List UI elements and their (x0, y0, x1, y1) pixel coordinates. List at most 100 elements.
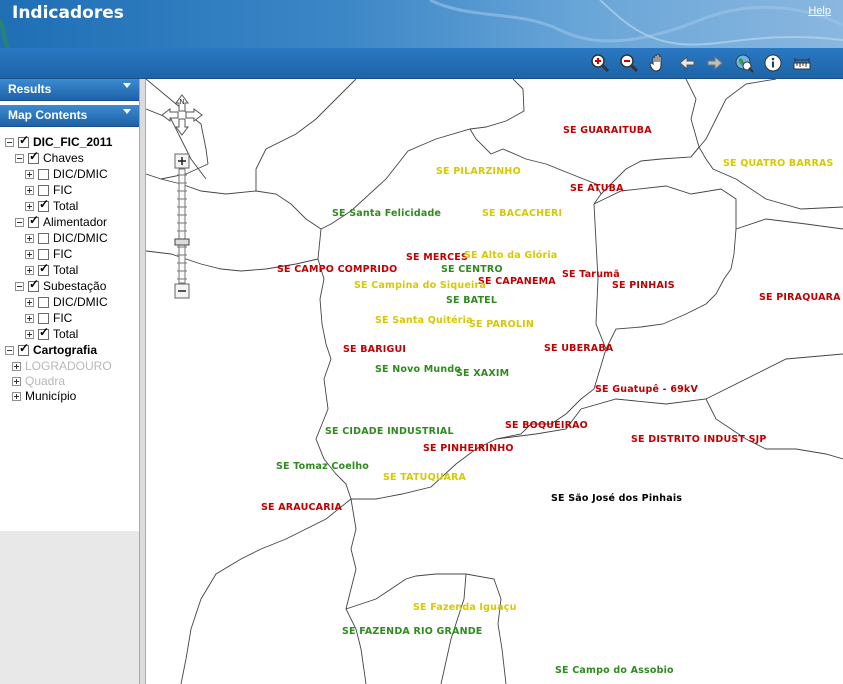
layer-visibility-checkbox[interactable] (38, 168, 49, 180)
layer-tree-item[interactable]: Chaves (15, 149, 84, 166)
substation-label[interactable]: SE BARIGUI (343, 344, 406, 355)
layer-visibility-checkbox[interactable] (18, 133, 29, 148)
expand-plus-icon[interactable] (25, 185, 34, 195)
sidebar-splitter[interactable] (139, 79, 146, 684)
measure-ruler-icon[interactable] (791, 52, 813, 74)
substation-label[interactable]: SE CIDADE INDUSTRIAL (325, 426, 454, 437)
expand-plus-icon[interactable] (25, 169, 34, 179)
map-contents-panel-header[interactable]: Map Contents (0, 105, 139, 127)
forward-arrow-icon[interactable] (704, 52, 726, 74)
substation-label[interactable]: SE PIRAQUARA (759, 292, 841, 303)
substation-label[interactable]: SE Tarumã (562, 269, 620, 280)
layer-tree-item[interactable]: Total (25, 325, 78, 342)
substation-label[interactable]: SE Campo do Assobio (555, 665, 674, 676)
layer-label: Cartografia (33, 343, 98, 357)
substation-label[interactable]: SE BATEL (446, 295, 497, 306)
layer-label: Subestação (43, 279, 107, 293)
substation-label[interactable]: SE PINHEIRINHO (423, 443, 514, 454)
substation-label[interactable]: SE BACACHERI (482, 208, 562, 219)
substation-label[interactable]: SE Santa Quitéria (375, 315, 473, 326)
substation-label[interactable]: SE XAXIM (456, 368, 509, 379)
substation-label[interactable]: SE UBERABA (544, 343, 613, 354)
substation-label[interactable]: SE ARAUCARIA (261, 502, 342, 513)
collapse-minus-icon[interactable] (15, 281, 24, 291)
back-arrow-icon[interactable] (676, 52, 698, 74)
expand-plus-icon[interactable] (25, 297, 34, 307)
substation-label[interactable]: SE BOQUEIRAO (505, 420, 588, 431)
zoom-slider[interactable] (174, 153, 190, 301)
layer-visibility-checkbox[interactable] (28, 213, 39, 228)
substation-label[interactable]: SE FAZENDA RIO GRANDE (342, 626, 483, 637)
substation-label[interactable]: SE PILARZINHO (436, 166, 521, 177)
layer-visibility-checkbox[interactable] (38, 312, 49, 324)
substation-label[interactable]: SE CENTRO (441, 264, 503, 275)
expand-plus-icon[interactable] (12, 391, 21, 401)
layer-visibility-checkbox[interactable] (38, 184, 49, 196)
substation-label[interactable]: SE ATUBA (570, 183, 624, 194)
expand-plus-icon[interactable] (25, 265, 34, 275)
chevron-down-icon[interactable] (123, 83, 131, 88)
collapse-minus-icon[interactable] (5, 345, 14, 355)
layer-tree-item[interactable]: Subestação (15, 277, 107, 294)
substation-label[interactable]: SE DISTRITO INDUST SJP (631, 434, 767, 445)
substation-label[interactable]: SE GUARAITUBA (563, 125, 652, 136)
substation-label[interactable]: SE São José dos Pinhais (551, 493, 682, 504)
layer-visibility-checkbox[interactable] (28, 149, 39, 164)
layer-visibility-checkbox[interactable] (38, 325, 49, 340)
layer-label: LOGRADOURO (25, 359, 112, 373)
expand-plus-icon[interactable] (25, 201, 34, 211)
substation-label[interactable]: SE MERCES (406, 252, 468, 263)
layer-label: Alimentador (43, 215, 108, 229)
substation-label[interactable]: SE ALMIRANTE TAMANDARÉ (363, 79, 516, 82)
substation-label[interactable]: SE Campina do Siqueira (354, 280, 486, 291)
substation-label[interactable]: SE CAMPO COMPRIDO (277, 264, 397, 275)
expand-plus-icon[interactable] (12, 376, 21, 386)
substation-label[interactable]: SE Tomaz Coelho (276, 461, 369, 472)
collapse-minus-icon[interactable] (5, 137, 14, 147)
pan-control[interactable]: N (160, 93, 204, 137)
layer-visibility-checkbox[interactable] (18, 341, 29, 356)
substation-label[interactable]: SE Santa Felicidade (332, 208, 441, 219)
layer-visibility-checkbox[interactable] (38, 197, 49, 212)
layer-visibility-checkbox[interactable] (38, 232, 49, 244)
substation-label[interactable]: SE Novo Mundo (375, 364, 461, 375)
layer-label: FIC (53, 247, 73, 261)
results-panel-header[interactable]: Results (0, 79, 139, 101)
layer-tree-item[interactable]: DIC_FIC_2011 (5, 133, 112, 150)
substation-label[interactable]: SE TATUQUARA (383, 472, 466, 483)
layer-tree-item[interactable]: Quadra (12, 373, 65, 389)
collapse-minus-icon[interactable] (15, 153, 24, 163)
substation-label[interactable]: SE PAROLIN (469, 319, 534, 330)
layer-visibility-checkbox[interactable] (38, 261, 49, 276)
layer-tree-item[interactable]: Cartografia (5, 341, 98, 358)
layer-tree-item[interactable]: Município (12, 388, 76, 404)
zoom-out-icon[interactable] (618, 52, 640, 74)
map-view[interactable]: N SE ALMIRANTE TAMANDARÉ SE GUARAITUBA SE … (146, 79, 843, 684)
layer-tree-item[interactable]: Alimentador (15, 213, 108, 230)
zoom-in-icon[interactable] (589, 52, 611, 74)
expand-plus-icon[interactable] (25, 329, 34, 339)
layer-tree-item[interactable]: DIC/DMIC (25, 166, 108, 182)
substation-label[interactable]: SE Alto da Glória (464, 250, 557, 261)
expand-plus-icon[interactable] (25, 249, 34, 259)
layer-visibility-checkbox[interactable] (38, 296, 49, 308)
substation-label[interactable]: SE CAPANEMA (478, 276, 556, 287)
chevron-down-icon[interactable] (123, 109, 131, 114)
identify-info-icon[interactable] (762, 52, 784, 74)
layer-tree-item[interactable]: DIC/DMIC (25, 230, 108, 246)
substation-label[interactable]: SE PINHAIS (612, 280, 675, 291)
collapse-minus-icon[interactable] (15, 217, 24, 227)
substation-label[interactable]: SE Guatupê - 69kV (595, 384, 698, 395)
help-link[interactable]: Help (808, 5, 831, 17)
pan-hand-icon[interactable] (647, 52, 669, 74)
expand-plus-icon[interactable] (12, 361, 21, 371)
expand-plus-icon[interactable] (25, 313, 34, 323)
full-extent-globe-icon[interactable] (733, 52, 755, 74)
expand-plus-icon[interactable] (25, 233, 34, 243)
layer-visibility-checkbox[interactable] (28, 277, 39, 292)
layer-visibility-checkbox[interactable] (38, 248, 49, 260)
substation-label[interactable]: SE QUATRO BARRAS (723, 158, 834, 169)
substation-label[interactable]: SE Fazenda Iguaçu (413, 602, 517, 613)
layer-tree-item[interactable]: DIC/DMIC (25, 294, 108, 310)
layer-tree-item[interactable]: LOGRADOURO (12, 358, 112, 374)
